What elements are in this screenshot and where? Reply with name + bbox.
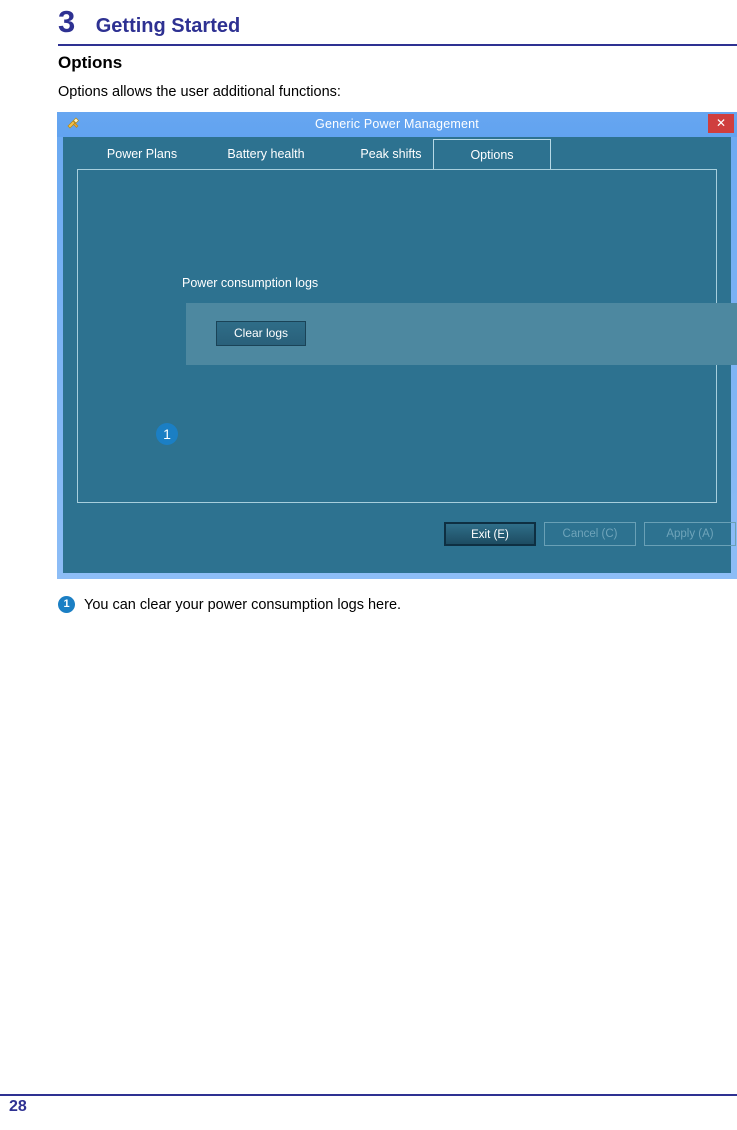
tab-label: Options (470, 148, 514, 162)
dialog-body: Power Plans Battery health Peak shifts O… (63, 137, 737, 573)
heading-divider (58, 44, 737, 46)
clear-logs-button[interactable]: Clear logs (216, 321, 306, 346)
chapter-number: 3 (58, 4, 75, 39)
power-management-dialog: Generic Power Management ✕ Power Plans B… (57, 112, 737, 579)
section-intro-text: Options allows the user additional funct… (58, 84, 341, 100)
dialog-footer: Exit (E) Cancel (C) Apply (A) (63, 509, 736, 573)
annotation-badge-1: 1 (156, 423, 178, 445)
figure-caption: 1 You can clear your power consumption l… (58, 596, 401, 613)
caption-badge-1: 1 (58, 596, 75, 613)
caption-text: You can clear your power consumption log… (84, 596, 402, 613)
chapter-title: Getting Started (95, 15, 241, 37)
tabstrip: Power Plans Battery health Peak shifts O… (63, 137, 731, 169)
cancel-button: Cancel (C) (544, 522, 636, 546)
footer-divider (0, 1094, 737, 1096)
dialog-title: Generic Power Management (315, 117, 479, 131)
options-content-panel: Power consumption logs Clear logs (77, 169, 737, 503)
dialog-titlebar: Generic Power Management ✕ (57, 112, 737, 137)
tab-label: Battery health (227, 147, 305, 161)
tab-battery-health[interactable]: Battery health (203, 139, 329, 169)
chapter-heading: 3 Getting Started (58, 6, 737, 44)
tab-power-plans[interactable]: Power Plans (81, 139, 203, 169)
section-title: Options (58, 53, 123, 72)
close-icon[interactable]: ✕ (708, 114, 734, 133)
page-number: 28 (9, 1098, 27, 1115)
power-consumption-logs-group: Clear logs (186, 303, 737, 365)
exit-button[interactable]: Exit (E) (444, 522, 536, 546)
power-consumption-logs-label: Power consumption logs (182, 276, 319, 290)
tab-label: Peak shifts (360, 147, 422, 161)
tab-label: Power Plans (106, 147, 178, 161)
tab-options[interactable]: Options (433, 139, 551, 169)
apply-button: Apply (A) (644, 522, 736, 546)
